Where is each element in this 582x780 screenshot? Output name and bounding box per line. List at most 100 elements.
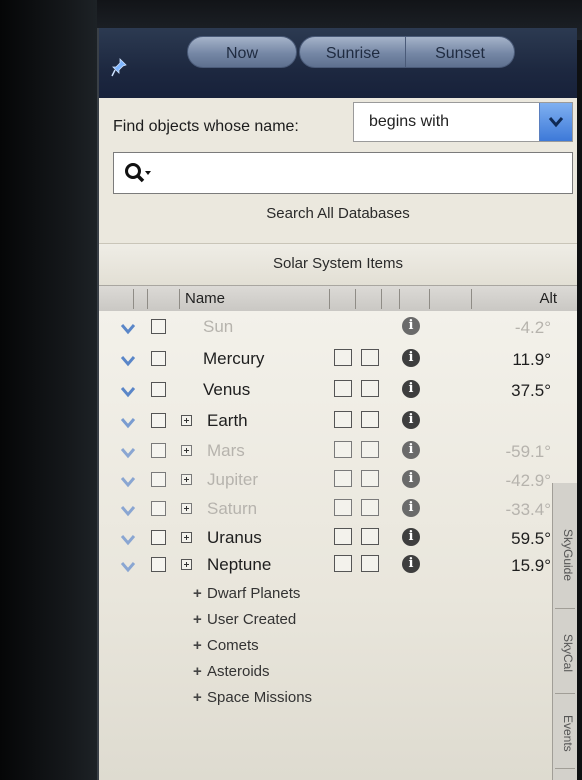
info-icon[interactable]: i [402,441,420,459]
label-checkbox[interactable] [334,441,352,458]
checkbox[interactable] [151,382,166,397]
group-user-created[interactable]: + User Created [193,611,296,628]
expand-icon[interactable] [181,474,192,485]
checkmark-icon[interactable] [121,415,135,429]
orbit-checkbox[interactable] [361,349,379,366]
info-icon[interactable]: i [402,555,420,573]
search-icon[interactable] [124,162,154,184]
orbit-checkbox[interactable] [361,441,379,458]
info-icon[interactable]: i [402,411,420,429]
info-icon[interactable]: i [402,499,420,517]
expand-icon[interactable] [181,445,192,456]
checkmark-icon[interactable] [121,445,135,459]
checkbox[interactable] [151,413,166,428]
column-divider[interactable] [355,289,356,309]
group-asteroids[interactable]: + Asteroids [193,663,270,680]
label-checkbox[interactable] [334,555,352,572]
group-dwarf-planets[interactable]: + Dwarf Planets [193,585,300,602]
orbit-checkbox[interactable] [361,380,379,397]
now-button[interactable]: Now [187,36,297,68]
checkbox[interactable] [151,501,166,516]
column-divider[interactable] [381,289,382,309]
label-checkbox[interactable] [334,470,352,487]
expand-icon[interactable] [181,532,192,543]
label-checkbox[interactable] [334,499,352,516]
orbit-checkbox[interactable] [361,528,379,545]
checkmark-icon[interactable] [121,353,135,367]
info-icon[interactable]: i [402,317,420,335]
expand-icon[interactable]: + [193,637,207,654]
tab-events[interactable]: Events [555,698,575,769]
checkbox[interactable] [151,557,166,572]
checkmark-icon[interactable] [121,532,135,546]
list-item[interactable]: Mars i -59.1° [99,439,577,469]
list-item[interactable]: Neptune i 15.9° [99,553,577,583]
altitude-value: 15.9° [511,556,551,575]
list-item[interactable]: Uranus i 59.5° [99,526,577,556]
orbit-checkbox[interactable] [361,411,379,428]
checkmark-icon[interactable] [121,503,135,517]
find-panel: Now Sunrise Sunset Find objects whose na… [97,28,577,780]
label-checkbox[interactable] [334,528,352,545]
group-comets[interactable]: + Comets [193,637,259,654]
column-divider[interactable] [133,289,134,309]
list-item[interactable]: Earth i [99,409,577,439]
search-input[interactable] [113,152,573,194]
expand-icon[interactable]: + [193,611,207,628]
search-all-databases-link[interactable]: Search All Databases [99,205,577,222]
checkmark-icon[interactable] [121,321,135,335]
checkmark-icon[interactable] [121,384,135,398]
list-item[interactable]: Sun i -4.2° [99,315,577,345]
checkbox[interactable] [151,472,166,487]
sunrise-button[interactable]: Sunrise [299,36,407,68]
section-header[interactable]: Solar System Items [99,243,577,286]
altitude-value: 37.5° [511,381,551,400]
group-space-missions[interactable]: + Space Missions [193,689,312,706]
column-divider[interactable] [429,289,430,309]
object-name: Venus [203,380,251,399]
expand-icon[interactable]: + [193,663,207,680]
expand-icon[interactable] [181,415,192,426]
altitude-value: -33.4° [505,500,551,519]
checkbox[interactable] [151,530,166,545]
pin-icon[interactable] [111,58,127,78]
list-item[interactable]: Mercury i 11.9° [99,347,577,377]
column-divider[interactable] [329,289,330,309]
object-name: Sun [203,317,234,336]
orbit-checkbox[interactable] [361,470,379,487]
expand-icon[interactable]: + [193,585,207,602]
expand-icon[interactable]: + [193,689,207,706]
checkmark-icon[interactable] [121,559,135,573]
info-icon[interactable]: i [402,470,420,488]
column-divider[interactable] [147,289,148,309]
info-icon[interactable]: i [402,349,420,367]
column-name-header[interactable]: Name [185,290,225,307]
match-mode-dropdown[interactable]: begins with [353,102,573,142]
info-icon[interactable]: i [402,528,420,546]
checkbox[interactable] [151,319,166,334]
column-divider[interactable] [179,289,180,309]
sunset-button[interactable]: Sunset [405,36,515,68]
label-checkbox[interactable] [334,349,352,366]
checkbox[interactable] [151,443,166,458]
chevron-down-icon[interactable] [539,103,572,141]
column-divider[interactable] [471,289,472,309]
label-checkbox[interactable] [334,411,352,428]
checkbox[interactable] [151,351,166,366]
info-icon[interactable]: i [402,380,420,398]
column-divider[interactable] [399,289,400,309]
monitor-bezel [0,0,97,780]
list-item[interactable]: Saturn i -33.4° [99,497,577,527]
orbit-checkbox[interactable] [361,499,379,516]
object-name: Uranus [207,528,262,547]
checkmark-icon[interactable] [121,474,135,488]
tab-skyguide[interactable]: SkyGuide [555,503,575,609]
list-item[interactable]: Venus i 37.5° [99,378,577,408]
list-item[interactable]: Jupiter i -42.9° [99,468,577,498]
label-checkbox[interactable] [334,380,352,397]
expand-icon[interactable] [181,559,192,570]
expand-icon[interactable] [181,503,192,514]
column-alt-header[interactable]: Alt [539,290,557,307]
orbit-checkbox[interactable] [361,555,379,572]
tab-skycal[interactable]: SkyCal [555,613,575,694]
